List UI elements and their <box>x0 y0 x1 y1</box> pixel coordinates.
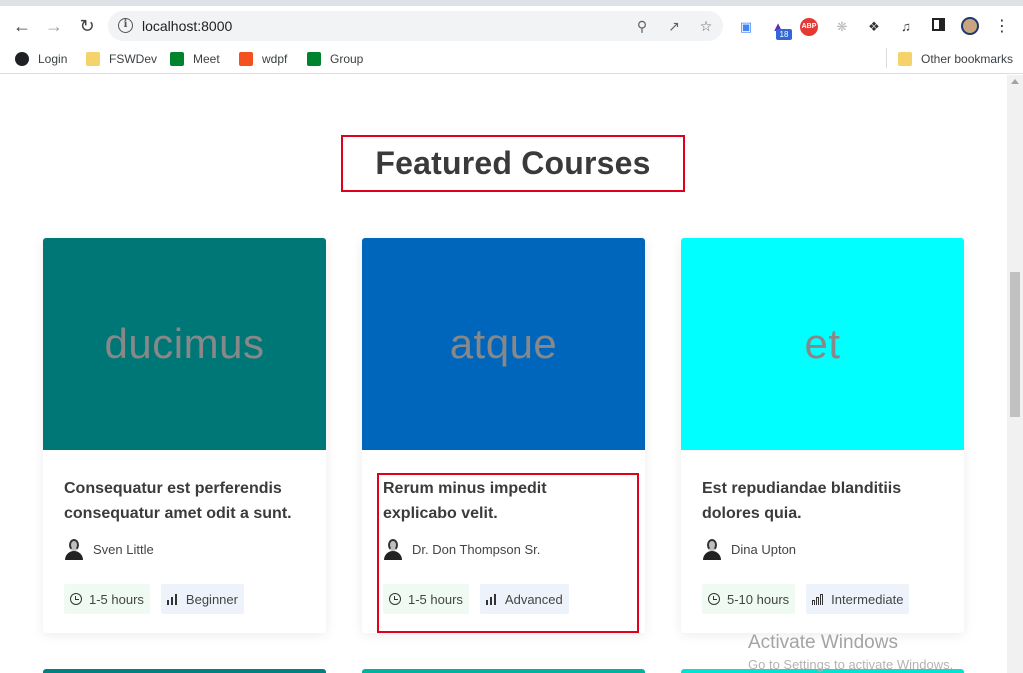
scroll-up-arrow-icon[interactable] <box>1011 79 1019 84</box>
folder-icon <box>86 52 100 66</box>
bookmark-label: FSWDev <box>109 52 157 66</box>
page-scrollbar[interactable] <box>1007 75 1023 673</box>
duration-text: 5-10 hours <box>727 591 790 607</box>
bookmark-group[interactable]: Group <box>307 50 363 68</box>
scrollbar-thumb[interactable] <box>1010 272 1020 417</box>
bookmark-meet[interactable]: Meet <box>170 50 220 68</box>
globe-icon <box>15 52 29 66</box>
bookmark-star-icon[interactable]: ☆ <box>698 18 714 34</box>
course-card[interactable]: et Est repudiandae blanditiis dolores qu… <box>681 238 964 633</box>
adblock-icon[interactable]: ABP <box>800 18 818 36</box>
author-name: Dina Upton <box>731 541 797 557</box>
bookmark-label: Login <box>38 52 68 66</box>
bookmark-label: wdpf <box>262 52 288 66</box>
course-thumbnail[interactable]: atque <box>362 238 645 450</box>
xampp-icon <box>239 52 253 66</box>
bookmark-label: Meet <box>193 52 220 66</box>
level-bars-icon <box>166 593 179 605</box>
course-card[interactable]: ducimus Consequatur est perferendis cons… <box>43 238 326 633</box>
course-author: Dina Upton <box>702 538 943 560</box>
forward-arrow-icon[interactable]: → <box>42 14 66 38</box>
back-arrow-icon[interactable]: ← <box>10 14 34 38</box>
level-badge: Beginner <box>160 584 244 614</box>
page-content: Featured Courses ducimus Consequatur est… <box>0 75 1007 673</box>
level-badge: Intermediate <box>806 584 910 614</box>
menu-dots-icon[interactable]: ⋮ <box>992 17 1012 37</box>
level-bars-icon <box>812 593 824 605</box>
bookmark-fswdev[interactable]: FSWDev <box>86 50 157 68</box>
duration-badge: 5-10 hours <box>702 584 796 614</box>
level-text: Beginner <box>185 591 238 607</box>
author-avatar <box>64 538 84 560</box>
browser-toolbar: ← → ↻ i localhost:8000 ⚲ ↗ ☆ ▣ ▲ 18 ABP … <box>0 0 1023 44</box>
extension-badge: 18 <box>776 29 792 40</box>
activate-windows-title: Activate Windows <box>748 632 898 653</box>
course-title[interactable]: Est repudiandae blanditiis dolores quia. <box>702 476 943 526</box>
course-author: Sven Little <box>64 538 305 560</box>
other-bookmarks-label: Other bookmarks <box>921 52 1014 66</box>
media-control-icon[interactable]: ♫ <box>896 17 916 37</box>
site-info-icon[interactable]: i <box>118 18 133 33</box>
duration-text: 1-5 hours <box>89 591 144 607</box>
profile-avatar[interactable] <box>960 17 980 37</box>
annotation-highlight-box <box>377 473 639 633</box>
meet-icon <box>170 52 184 66</box>
duration-badge: 1-5 hours <box>64 584 150 614</box>
translate-extension-icon[interactable]: ▣ <box>736 17 756 37</box>
bookmark-login[interactable]: Login <box>15 50 67 68</box>
clock-icon <box>708 593 720 605</box>
bookmarks-bar: Login FSWDev Meet wdpf Group Other bookm… <box>0 44 1023 74</box>
bookmark-wdpf[interactable]: wdpf <box>239 50 287 68</box>
share-icon[interactable]: ↗ <box>666 18 682 34</box>
clock-icon <box>70 593 82 605</box>
meet-icon <box>307 52 321 66</box>
author-name: Sven Little <box>93 541 154 557</box>
other-bookmarks[interactable]: Other bookmarks <box>898 50 1013 68</box>
course-thumbnail[interactable]: ducimus <box>43 238 326 450</box>
next-course-card-edge[interactable] <box>362 669 645 673</box>
bookmarks-separator <box>886 48 887 68</box>
author-avatar <box>702 538 722 560</box>
zoom-icon[interactable]: ⚲ <box>634 18 650 34</box>
folder-icon <box>898 52 912 66</box>
puzzle-extensions-icon[interactable]: ❖ <box>864 17 884 37</box>
side-panel-icon[interactable] <box>928 17 948 37</box>
address-bar[interactable]: i localhost:8000 ⚲ ↗ ☆ <box>108 11 723 41</box>
bookmark-label: Group <box>330 52 364 66</box>
level-text: Intermediate <box>831 591 904 607</box>
course-title[interactable]: Consequatur est perferendis consequatur … <box>64 476 305 526</box>
url-text: localhost:8000 <box>142 18 233 34</box>
next-course-card-edge[interactable] <box>43 669 326 673</box>
course-thumbnail[interactable]: et <box>681 238 964 450</box>
section-title: Featured Courses <box>341 135 685 192</box>
reload-icon[interactable]: ↻ <box>75 14 99 38</box>
activate-windows-subtitle: Go to Settings to activate Windows. <box>748 657 954 672</box>
react-extension-icon[interactable]: ❋ <box>832 17 852 37</box>
